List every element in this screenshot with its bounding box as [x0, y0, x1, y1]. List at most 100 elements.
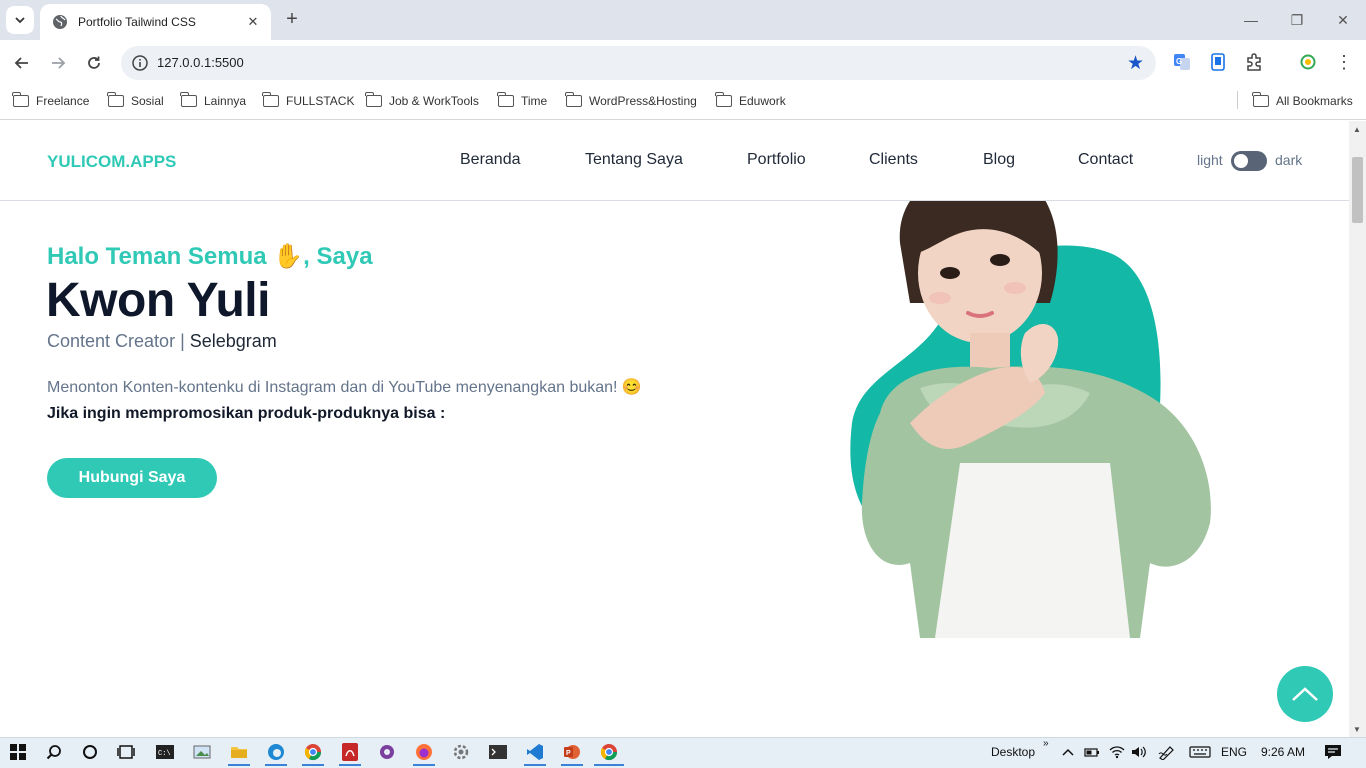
windows-start-icon[interactable] — [9, 743, 27, 761]
close-window-button[interactable]: ✕ — [1320, 0, 1366, 40]
folder-icon — [180, 92, 197, 107]
desktop-toolbar-label[interactable]: Desktop — [991, 745, 1035, 759]
arrow-right-icon — [52, 57, 66, 69]
forward-button[interactable] — [47, 52, 69, 74]
site-logo[interactable]: YULICOM.APPS — [47, 152, 176, 172]
scroll-up-arrow-icon[interactable]: ▲ — [1353, 125, 1361, 134]
chrome-app-icon[interactable] — [304, 743, 322, 761]
profile-avatar-icon[interactable] — [1298, 52, 1318, 72]
svg-text:G: G — [1176, 57, 1182, 66]
all-bookmarks-button[interactable]: All Bookmarks — [1252, 92, 1353, 110]
new-tab-button[interactable]: + — [281, 8, 303, 32]
tab-search-button[interactable] — [6, 6, 34, 34]
system-clock[interactable]: 9:26 AM — [1261, 745, 1305, 759]
volume-icon[interactable] — [1130, 743, 1148, 761]
bookmark-folder-job-worktools[interactable]: Job & WorkTools — [365, 92, 479, 110]
nav-link-portfolio[interactable]: Portfolio — [747, 151, 806, 169]
close-tab-icon[interactable]: ✕ — [245, 14, 261, 30]
bookmark-star-icon[interactable]: ★ — [1127, 52, 1144, 75]
edge-browser-icon[interactable] — [267, 743, 285, 761]
back-button[interactable] — [11, 52, 33, 74]
input-language-indicator[interactable]: ENG — [1221, 745, 1247, 759]
nav-link-blog[interactable]: Blog — [983, 151, 1015, 169]
running-indicator — [265, 764, 287, 766]
bookmarks-separator — [1237, 91, 1238, 109]
task-view-icon[interactable] — [117, 743, 135, 761]
reload-button[interactable] — [83, 52, 105, 74]
browser-menu-icon[interactable]: ⋮ — [1334, 52, 1354, 72]
notifications-icon[interactable] — [1324, 743, 1342, 761]
site-info-icon[interactable] — [131, 54, 149, 72]
bookmark-folder-time[interactable]: Time — [497, 92, 547, 110]
hero-greeting: Halo Teman Semua ✋, Saya — [47, 243, 373, 270]
vscode-icon[interactable] — [526, 743, 544, 761]
pen-ink-icon[interactable] — [1158, 743, 1176, 761]
folder-icon — [715, 92, 732, 107]
svg-text:P: P — [566, 750, 571, 757]
bookmark-folder-wordpress-hosting[interactable]: WordPress&Hosting — [565, 92, 697, 110]
running-indicator — [594, 764, 624, 766]
minimize-window-button[interactable]: — — [1228, 0, 1274, 40]
address-bar[interactable]: 127.0.0.1:5500 ★ — [121, 46, 1156, 80]
url-text[interactable]: 127.0.0.1:5500 — [157, 55, 244, 70]
show-hidden-icons-icon[interactable] — [1059, 743, 1077, 761]
file-explorer-icon[interactable] — [230, 743, 248, 761]
photos-app-icon[interactable] — [193, 743, 211, 761]
battery-icon[interactable] — [1083, 743, 1101, 761]
restore-window-button[interactable]: ❐ — [1274, 0, 1320, 40]
cortana-icon[interactable] — [81, 743, 99, 761]
bookmark-folder-eduwork[interactable]: Eduwork — [715, 92, 786, 110]
touch-keyboard-icon[interactable] — [1188, 743, 1212, 761]
extension-page-icon[interactable] — [1208, 52, 1228, 72]
folder-icon — [497, 92, 514, 107]
chevron-down-icon — [15, 17, 25, 24]
page-viewport: YULICOM.APPS Beranda Tentang Saya Portfo… — [0, 121, 1349, 737]
nav-link-contact[interactable]: Contact — [1078, 151, 1133, 169]
wifi-icon[interactable] — [1108, 743, 1126, 761]
hero-role: Content Creator | Selebgram — [47, 331, 277, 351]
folder-icon — [1252, 92, 1269, 107]
extensions-puzzle-icon[interactable] — [1244, 52, 1264, 72]
search-icon[interactable] — [45, 743, 63, 761]
folder-icon — [565, 92, 582, 107]
dark-mode-toggle[interactable] — [1231, 151, 1267, 171]
hero-role-highlight: Selebgram — [189, 331, 277, 351]
terminal-app-icon[interactable]: C:\ — [156, 743, 174, 761]
bookmark-folder-freelance[interactable]: Freelance — [12, 92, 89, 110]
powerpoint-icon[interactable]: P — [563, 743, 581, 761]
scrollbar-thumb[interactable] — [1352, 157, 1363, 223]
scroll-to-top-button[interactable] — [1277, 666, 1333, 722]
toggle-knob — [1234, 154, 1248, 168]
hero-name: Kwon Yuli — [46, 274, 270, 327]
tor-browser-icon[interactable] — [378, 743, 396, 761]
command-prompt-icon[interactable] — [489, 743, 507, 761]
tab-title: Portfolio Tailwind CSS — [78, 15, 196, 29]
running-indicator — [228, 764, 250, 766]
scroll-down-arrow-icon[interactable]: ▼ — [1353, 725, 1361, 734]
bookmark-folder-sosial[interactable]: Sosial — [107, 92, 164, 110]
arrow-left-icon — [14, 57, 28, 69]
folder-icon — [365, 92, 382, 107]
contact-me-button[interactable]: Hubungi Saya — [47, 458, 217, 498]
browser-tab-active[interactable]: Portfolio Tailwind CSS ✕ — [40, 4, 271, 40]
hero-description: Menonton Konten-kontenku di Instagram da… — [47, 379, 642, 396]
running-indicator — [561, 764, 583, 766]
theme-light-label: light — [1197, 152, 1223, 168]
reload-icon — [88, 56, 100, 69]
running-indicator — [302, 764, 324, 766]
bookmark-folder-lainnya[interactable]: Lainnya — [180, 92, 246, 110]
chevron-double-right-icon[interactable]: » — [1043, 738, 1049, 749]
nav-link-tentang-saya[interactable]: Tentang Saya — [585, 151, 683, 169]
theme-dark-label: dark — [1275, 152, 1303, 168]
bookmark-folder-fullstack[interactable]: FULLSTACK — [262, 92, 354, 110]
google-translate-icon[interactable]: G — [1172, 52, 1192, 72]
running-indicator — [339, 764, 361, 766]
site-navbar: YULICOM.APPS Beranda Tentang Saya Portfo… — [0, 121, 1349, 201]
page-scrollbar[interactable]: ▲ ▼ — [1349, 121, 1366, 737]
nav-link-clients[interactable]: Clients — [869, 151, 918, 169]
settings-app-icon[interactable] — [452, 743, 470, 761]
pdf-reader-icon[interactable] — [341, 743, 359, 761]
nav-link-beranda[interactable]: Beranda — [460, 151, 521, 169]
chrome-active-icon[interactable] — [600, 743, 618, 761]
firefox-icon[interactable] — [415, 743, 433, 761]
